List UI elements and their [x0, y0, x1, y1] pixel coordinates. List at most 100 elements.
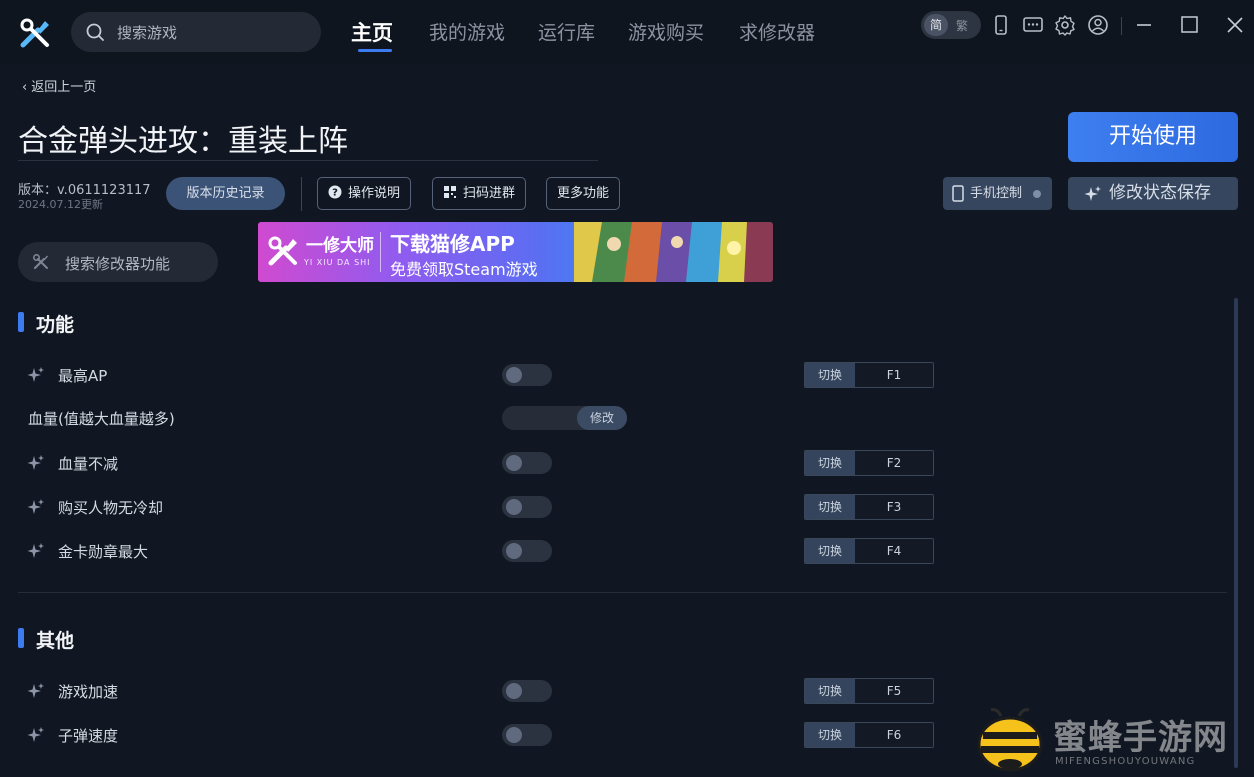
feature-label: 最高AP — [58, 367, 108, 385]
section-divider — [18, 592, 1227, 593]
top-bar: 搜索游戏 主页 我的游戏 运行库 游戏购买 求修改器 简 繁 — [0, 0, 1254, 64]
feature-label: 购买人物无冷却 — [58, 499, 164, 517]
watermark-text-en: MIFENGSHOUYOUWANG — [1055, 756, 1196, 767]
title-underline — [18, 160, 598, 161]
phone-control-label: 手机控制 — [970, 186, 1023, 201]
back-link[interactable]: ‹ 返回上一页 — [22, 76, 96, 95]
function-search-input[interactable]: 搜索修改器功能 — [18, 242, 218, 282]
maximize-icon[interactable] — [1178, 14, 1200, 36]
tab-home[interactable]: 主页 — [351, 17, 393, 47]
phone-icon[interactable] — [990, 14, 1012, 36]
instructions-button[interactable]: ? 操作说明 — [317, 177, 412, 210]
feature-row: 血量不减 切换 F2 — [0, 448, 1230, 478]
back-label: 返回上一页 — [31, 80, 97, 95]
phone-control-button[interactable]: 手机控制 — [943, 177, 1052, 210]
section-marker — [18, 312, 24, 332]
active-tab-indicator — [358, 49, 392, 52]
hotkey-control[interactable]: 切换 F2 — [804, 450, 934, 476]
hotkey-control[interactable]: 切换 F4 — [804, 538, 934, 564]
hotkey-control[interactable]: 切换 F5 — [804, 678, 934, 704]
page-title: 合金弹头进攻：重装上阵 — [18, 124, 348, 159]
hotkey-switch-label: 切换 — [805, 679, 855, 703]
tab-my-games[interactable]: 我的游戏 — [429, 18, 505, 45]
hotkey-key[interactable]: F6 — [855, 723, 933, 747]
sparkle-icon — [27, 455, 44, 470]
status-dot — [1033, 190, 1041, 198]
feature-label: 血量不减 — [58, 455, 119, 473]
scan-label: 扫码进群 — [463, 186, 516, 201]
feature-toggle[interactable] — [502, 452, 552, 474]
banner-brand-en: YI XIU DA SHI — [304, 258, 371, 267]
feature-row: 金卡勋章最大 切换 F4 — [0, 536, 1230, 566]
modify-button[interactable]: 修改 — [577, 406, 627, 430]
value-input[interactable]: 修改 — [502, 406, 627, 430]
watermark: 蜜蜂手游网 MIFENGSHOUYOUWANG — [975, 706, 1254, 777]
toggle-knob — [506, 683, 522, 699]
game-characters-artwork — [574, 222, 773, 282]
hotkey-key[interactable]: F1 — [855, 363, 933, 387]
section-title-functions: 功能 — [36, 314, 75, 336]
language-toggle[interactable]: 简 繁 — [921, 11, 981, 39]
banner-brand: 一修大师 — [306, 236, 374, 256]
sparkle-icon — [27, 543, 44, 558]
toggle-knob — [506, 455, 522, 471]
feature-toggle[interactable] — [502, 540, 552, 562]
section-marker — [18, 628, 24, 648]
brand-logo-icon — [268, 236, 297, 266]
sparkle-icon — [27, 727, 44, 742]
minimize-icon[interactable] — [1133, 14, 1155, 36]
feature-label: 子弹速度 — [58, 727, 119, 745]
toggle-knob — [506, 367, 522, 383]
hotkey-key[interactable]: F2 — [855, 451, 933, 475]
sparkle-icon — [27, 367, 44, 382]
start-button[interactable]: 开始使用 — [1068, 112, 1238, 162]
feature-toggle[interactable] — [502, 680, 552, 702]
feature-row: 游戏加速 切换 F5 — [0, 676, 1230, 706]
game-search-input[interactable]: 搜索游戏 — [71, 12, 321, 52]
feature-toggle[interactable] — [502, 724, 552, 746]
user-icon[interactable] — [1087, 14, 1109, 36]
question-icon: ? — [328, 185, 342, 199]
feature-toggle[interactable] — [502, 364, 552, 386]
watermark-text: 蜜蜂手游网 — [1053, 718, 1228, 758]
instructions-label: 操作说明 — [348, 186, 401, 201]
hotkey-switch-label: 切换 — [805, 363, 855, 387]
hotkey-control[interactable]: 切换 F6 — [804, 722, 934, 748]
search-icon — [86, 23, 104, 41]
hotkey-key[interactable]: F4 — [855, 539, 933, 563]
tab-request-trainer[interactable]: 求修改器 — [739, 18, 815, 45]
svg-text:?: ? — [332, 188, 338, 199]
hotkey-control[interactable]: 切换 F3 — [804, 494, 934, 520]
feature-label: 金卡勋章最大 — [58, 543, 149, 561]
close-icon[interactable] — [1224, 14, 1246, 36]
button-divider — [301, 177, 302, 211]
lang-simplified: 简 — [924, 14, 948, 36]
banner-divider — [380, 232, 381, 272]
scan-join-group-button[interactable]: 扫码进群 — [432, 177, 527, 210]
promo-banner[interactable]: 一修大师 YI XIU DA SHI 下载猫修APP 免费领取Steam游戏 — [258, 222, 773, 282]
hotkey-key[interactable]: F5 — [855, 679, 933, 703]
tab-runtime-library[interactable]: 运行库 — [538, 18, 595, 45]
toggle-knob — [506, 727, 522, 743]
hotkey-switch-label: 切换 — [805, 495, 855, 519]
banner-subline: 免费领取Steam游戏 — [390, 260, 538, 279]
lang-traditional: 繁 — [956, 19, 969, 33]
more-features-button[interactable]: 更多功能 — [546, 177, 621, 210]
scrollbar[interactable] — [1234, 298, 1238, 768]
hotkey-control[interactable]: 切换 F1 — [804, 362, 934, 388]
feature-toggle[interactable] — [502, 496, 552, 518]
tab-game-purchase[interactable]: 游戏购买 — [628, 18, 704, 45]
chevron-left-icon: ‹ — [22, 80, 28, 95]
hotkey-key[interactable]: F3 — [855, 495, 933, 519]
version-history-button[interactable]: 版本历史记录 — [166, 177, 285, 210]
gear-icon[interactable] — [1054, 14, 1076, 36]
banner-headline: 下载猫修APP — [390, 232, 515, 256]
sparkle-icon — [1084, 186, 1101, 201]
search-placeholder: 搜索游戏 — [117, 24, 178, 42]
message-icon[interactable] — [1022, 14, 1044, 36]
sparkle-icon — [27, 499, 44, 514]
feature-row: 血量(值越大血量越多) 修改 — [0, 403, 1230, 433]
app-logo-icon[interactable] — [18, 16, 52, 50]
feature-row: 最高AP 切换 F1 — [0, 360, 1230, 390]
save-state-button[interactable]: 修改状态保存 — [1068, 177, 1238, 210]
